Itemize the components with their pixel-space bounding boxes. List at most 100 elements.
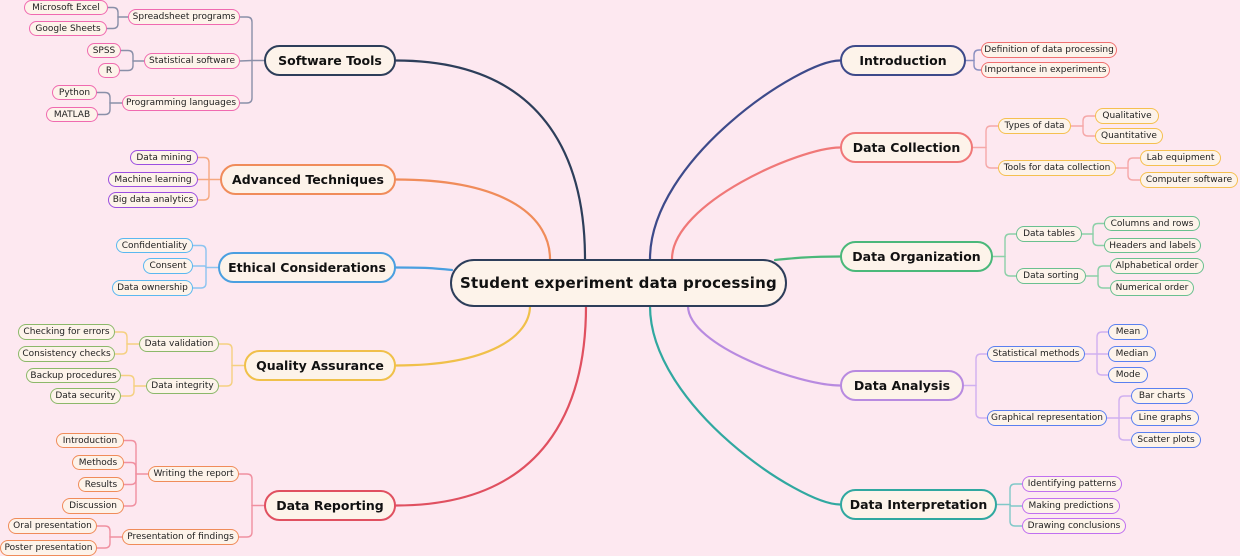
software-tools-spreadsheet-programs-link-0 xyxy=(107,6,119,18)
software-tools-statistical-software-link-0 xyxy=(120,49,134,62)
leaf-bar-charts[interactable]: Bar charts xyxy=(1131,388,1193,404)
data-reporting-presentation-of-findings-link-0 xyxy=(96,525,111,538)
leaf-results[interactable]: Results xyxy=(78,477,124,492)
subtopic-tools-for-data-collection[interactable]: Tools for data collection xyxy=(998,160,1116,176)
software-tools-sub-link-0 xyxy=(239,16,253,62)
leaf-quantitative[interactable]: Quantitative xyxy=(1095,128,1163,144)
leaf-qualitative[interactable]: Qualitative xyxy=(1095,108,1159,124)
subtopic-data-validation[interactable]: Data validation xyxy=(139,336,219,352)
mind-map-canvas: Software Tools Spreadsheet programs Micros… xyxy=(0,0,1240,556)
subtopic-statistical-methods[interactable]: Statistical methods xyxy=(987,346,1085,362)
data-reporting-sub-link-1 xyxy=(238,504,253,538)
subtopic-definition-of-data-processing[interactable]: Definition of data processing xyxy=(981,42,1117,58)
subtopic-data-tables[interactable]: Data tables xyxy=(1016,226,1082,242)
subtopic-programming-languages[interactable]: Programming languages xyxy=(122,95,240,111)
leaf-discussion[interactable]: Discussion xyxy=(62,498,124,514)
leaf-lab-equipment[interactable]: Lab equipment xyxy=(1140,150,1221,166)
topic-advanced-techniques[interactable]: Advanced Techniques xyxy=(220,164,396,195)
leaf-checking-for-errors[interactable]: Checking for errors xyxy=(18,324,115,340)
data-analysis-sub-link-1 xyxy=(975,384,988,419)
data-analysis-main-connector xyxy=(686,304,842,387)
topic-quality-assurance[interactable]: Quality Assurance xyxy=(244,350,396,381)
subtopic-drawing-conclusions[interactable]: Drawing conclusions xyxy=(1022,518,1126,534)
topic-data-collection[interactable]: Data Collection xyxy=(840,132,973,163)
topic-introduction[interactable]: Introduction xyxy=(840,45,966,76)
leaf-microsoft-excel[interactable]: Microsoft Excel xyxy=(24,0,108,15)
subtopic-spreadsheet-programs[interactable]: Spreadsheet programs xyxy=(128,9,240,25)
data-interpretation-sub-link-2 xyxy=(1009,503,1023,527)
data-analysis-graphical-representation-link-2 xyxy=(1118,417,1132,441)
leaf-python[interactable]: Python xyxy=(52,85,97,100)
leaf-alphabetical-order[interactable]: Alphabetical order xyxy=(1110,258,1204,274)
data-collection-tools-for-data-collection-link-1 xyxy=(1127,167,1141,181)
leaf-methods[interactable]: Methods xyxy=(72,455,124,470)
quality-assurance-data-validation-link-1 xyxy=(114,343,128,355)
leaf-headers-and-labels[interactable]: Headers and labels xyxy=(1104,238,1201,253)
introduction-sub-link-0 xyxy=(973,49,982,62)
subtopic-identifying-patterns[interactable]: Identifying patterns xyxy=(1022,476,1122,492)
topic-data-analysis[interactable]: Data Analysis xyxy=(840,370,964,401)
leaf-scatter-plots[interactable]: Scatter plots xyxy=(1131,432,1201,448)
data-collection-sub-link-1 xyxy=(985,146,999,169)
leaf-matlab[interactable]: MATLAB xyxy=(46,107,98,122)
data-analysis-sub-link-0 xyxy=(975,353,988,387)
leaf-r[interactable]: R xyxy=(98,63,120,78)
software-tools-sub-link-1 xyxy=(239,59,253,62)
leaf-introduction[interactable]: Introduction xyxy=(56,433,124,448)
data-analysis-graphical-representation-link-0 xyxy=(1118,395,1132,419)
topic-ethical-considerations[interactable]: Ethical Considerations xyxy=(218,252,396,283)
subtopic-types-of-data[interactable]: Types of data xyxy=(998,118,1071,134)
topic-software-tools[interactable]: Software Tools xyxy=(264,45,396,76)
leaf-mode[interactable]: Mode xyxy=(1108,367,1148,383)
advanced-techniques-sub-link-0 xyxy=(197,156,210,181)
data-organization-sub-link-1 xyxy=(1004,255,1017,277)
subtopic-graphical-representation[interactable]: Graphical representation xyxy=(987,410,1107,426)
data-reporting-sub-link-0 xyxy=(238,473,253,507)
leaf-spss[interactable]: SPSS xyxy=(87,43,121,58)
data-analysis-statistical-methods-link-0 xyxy=(1096,331,1109,355)
data-organization-main-connector xyxy=(773,255,842,262)
software-tools-sub-link-2 xyxy=(239,59,253,104)
subtopic-machine-learning[interactable]: Machine learning xyxy=(108,172,198,187)
subtopic-data-integrity[interactable]: Data integrity xyxy=(146,378,219,394)
leaf-mean[interactable]: Mean xyxy=(1108,324,1148,340)
introduction-sub-link-1 xyxy=(973,59,982,71)
subtopic-big-data-analytics[interactable]: Big data analytics xyxy=(108,192,198,208)
subtopic-data-mining[interactable]: Data mining xyxy=(130,150,198,165)
advanced-techniques-sub-link-2 xyxy=(197,178,210,201)
subtopic-writing-the-report[interactable]: Writing the report xyxy=(148,466,239,482)
leaf-poster-presentation[interactable]: Poster presentation xyxy=(0,540,97,556)
leaf-backup-procedures[interactable]: Backup procedures xyxy=(26,368,121,383)
subtopic-presentation-of-findings[interactable]: Presentation of findings xyxy=(122,529,239,545)
leaf-line-graphs[interactable]: Line graphs xyxy=(1131,410,1199,426)
data-organization-data-sorting-link-1 xyxy=(1097,275,1111,289)
central-topic[interactable]: Student experiment data processing xyxy=(450,259,787,307)
quality-assurance-data-integrity-link-1 xyxy=(120,385,135,397)
leaf-median[interactable]: Median xyxy=(1108,346,1156,362)
advanced-techniques-main-connector xyxy=(394,178,552,261)
ethical-considerations-main-connector xyxy=(394,266,454,272)
leaf-oral-presentation[interactable]: Oral presentation xyxy=(8,518,97,534)
topic-data-organization[interactable]: Data Organization xyxy=(840,241,993,272)
data-analysis-statistical-methods-link-2 xyxy=(1096,353,1109,376)
topic-data-reporting[interactable]: Data Reporting xyxy=(264,490,396,521)
leaf-computer-software[interactable]: Computer software xyxy=(1140,172,1238,188)
subtopic-statistical-software[interactable]: Statistical software xyxy=(144,53,240,69)
subtopic-data-sorting[interactable]: Data sorting xyxy=(1016,268,1086,284)
quality-assurance-sub-link-1 xyxy=(218,364,233,387)
leaf-consistency-checks[interactable]: Consistency checks xyxy=(18,346,115,362)
subtopic-importance-in-experiments[interactable]: Importance in experiments xyxy=(981,62,1110,78)
leaf-numerical-order[interactable]: Numerical order xyxy=(1110,280,1194,296)
leaf-data-security[interactable]: Data security xyxy=(50,388,121,404)
software-tools-statistical-software-link-1 xyxy=(119,60,134,72)
topic-data-interpretation[interactable]: Data Interpretation xyxy=(840,489,997,520)
subtopic-confidentiality[interactable]: Confidentiality xyxy=(116,238,193,253)
data-reporting-presentation-of-findings-link-1 xyxy=(96,536,111,549)
subtopic-making-predictions[interactable]: Making predictions xyxy=(1022,498,1120,514)
leaf-columns-and-rows[interactable]: Columns and rows xyxy=(1104,216,1200,231)
subtopic-consent[interactable]: Consent xyxy=(143,258,193,274)
data-collection-types-of-data-link-0 xyxy=(1082,115,1096,127)
data-interpretation-main-connector xyxy=(648,304,842,506)
subtopic-data-ownership[interactable]: Data ownership xyxy=(112,280,193,296)
leaf-google-sheets[interactable]: Google Sheets xyxy=(29,21,107,36)
